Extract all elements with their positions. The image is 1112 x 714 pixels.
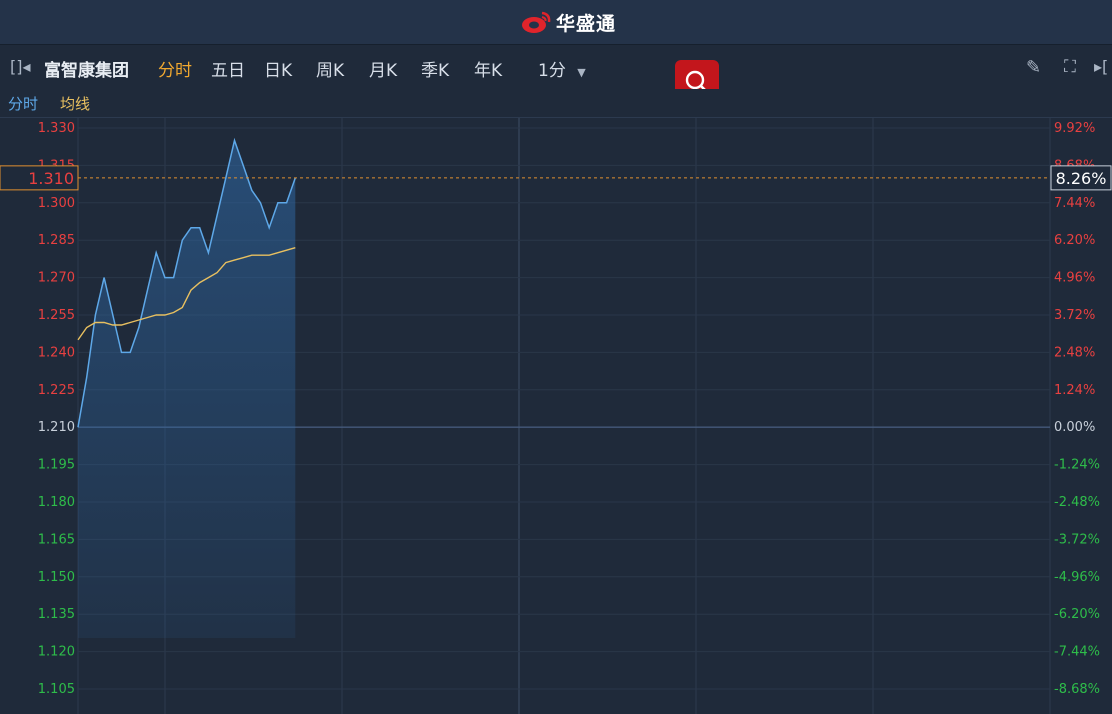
y-tick-left: 1.285 xyxy=(38,233,75,248)
cursor-price-label: 1.310 xyxy=(28,169,74,188)
y-tick-right: -2.48% xyxy=(1054,495,1100,510)
y-tick-left: 1.135 xyxy=(38,607,75,622)
y-tick-left: 1.255 xyxy=(38,308,75,323)
weibo-logo-icon xyxy=(522,11,551,33)
y-tick-left: 1.150 xyxy=(38,570,75,585)
tab-intraday[interactable]: 分时 xyxy=(158,56,192,81)
y-tick-left: 1.270 xyxy=(38,271,75,286)
intraday-chart[interactable]: 1.3309.92%1.3158.68%1.3007.44%1.2856.20%… xyxy=(0,118,1112,714)
y-tick-right: 0.00% xyxy=(1054,420,1095,435)
interval-value: 1分 xyxy=(538,61,566,81)
y-tick-left: 1.300 xyxy=(38,196,75,211)
y-tick-right: -8.68% xyxy=(1054,682,1100,697)
tab-five-day[interactable]: 五日 xyxy=(211,56,245,81)
y-tick-right: -7.44% xyxy=(1054,645,1100,660)
y-tick-right: 7.44% xyxy=(1054,196,1095,211)
fullscreen-icon[interactable]: ⛶ xyxy=(1064,57,1076,77)
legend-average: 均线 xyxy=(60,95,91,113)
interval-select[interactable]: 1分 ▼ xyxy=(538,56,586,81)
app-header: 华盛通 xyxy=(0,0,1112,45)
cursor-pct-label: 8.26% xyxy=(1056,169,1107,188)
y-tick-left: 1.105 xyxy=(38,682,75,697)
y-tick-left: 1.225 xyxy=(38,383,75,398)
tab-daily-k[interactable]: 日K xyxy=(264,56,292,81)
chevron-down-icon: ▼ xyxy=(577,66,586,79)
y-tick-right: 6.20% xyxy=(1054,233,1095,248)
y-tick-left: 1.240 xyxy=(38,345,75,360)
price-area xyxy=(78,140,296,638)
expand-panel-icon[interactable]: ▸[ xyxy=(1094,57,1108,76)
chart-toolbar: []◂ 富智康集团 分时 五日 日K 周K 月K 季K 年K 1分 ▼ ✎ ⛶ … xyxy=(0,46,1112,88)
chart-legend: 分时 均线 xyxy=(0,89,1112,118)
y-tick-right: 9.92% xyxy=(1054,121,1095,136)
y-tick-right: 2.48% xyxy=(1054,345,1095,360)
y-tick-right: 1.24% xyxy=(1054,383,1095,398)
y-tick-right: -6.20% xyxy=(1054,607,1100,622)
tab-quarterly-k[interactable]: 季K xyxy=(421,56,449,81)
y-tick-right: -1.24% xyxy=(1054,458,1100,473)
tab-yearly-k[interactable]: 年K xyxy=(474,56,502,81)
y-tick-right: -4.96% xyxy=(1054,570,1100,585)
brand-title: 华盛通 xyxy=(556,12,617,35)
legend-price: 分时 xyxy=(8,95,39,113)
stock-name[interactable]: 富智康集团 xyxy=(44,56,129,81)
y-tick-right: 3.72% xyxy=(1054,308,1095,323)
y-tick-right: 4.96% xyxy=(1054,271,1095,286)
tab-weekly-k[interactable]: 周K xyxy=(316,56,344,81)
y-tick-left: 1.120 xyxy=(38,645,75,660)
brand-logo: 华盛通 xyxy=(520,8,616,36)
y-tick-left: 1.210 xyxy=(38,420,75,435)
y-tick-left: 1.330 xyxy=(38,121,75,136)
tab-monthly-k[interactable]: 月K xyxy=(369,56,397,81)
y-tick-right: -3.72% xyxy=(1054,532,1100,547)
pencil-icon[interactable]: ✎ xyxy=(1026,57,1041,78)
y-tick-left: 1.195 xyxy=(38,458,75,473)
collapse-sidebar-icon[interactable]: []◂ xyxy=(10,57,31,76)
y-tick-left: 1.180 xyxy=(38,495,75,510)
y-tick-left: 1.165 xyxy=(38,532,75,547)
